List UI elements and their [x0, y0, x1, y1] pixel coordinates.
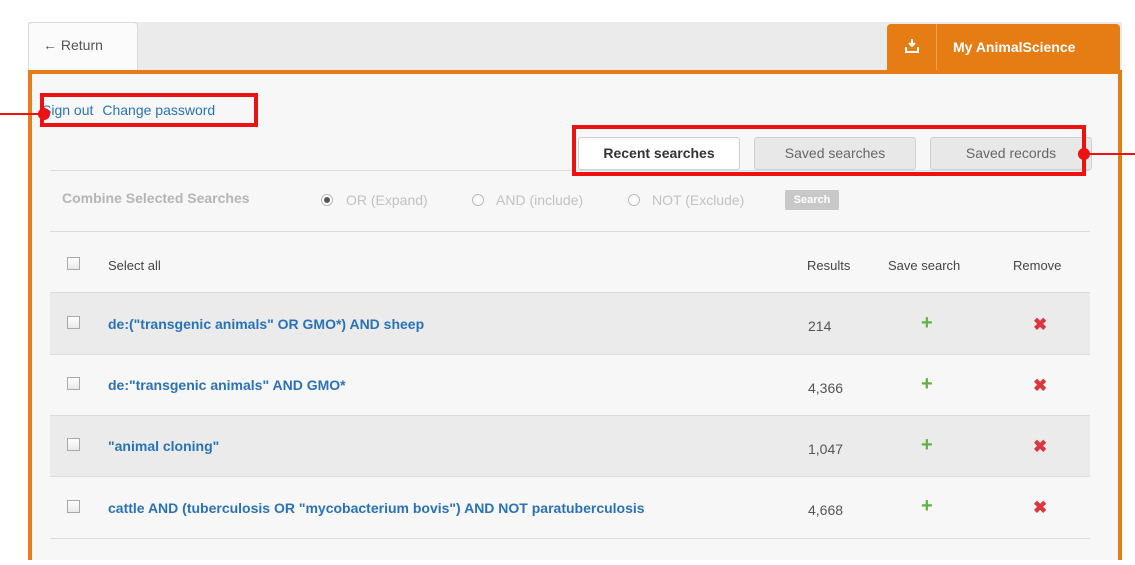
callout-line	[1086, 153, 1135, 155]
results-header: Results	[807, 258, 851, 273]
result-count: 214	[808, 318, 832, 334]
and-radio[interactable]	[472, 194, 484, 206]
plus-icon[interactable]: +	[921, 374, 933, 394]
result-count: 1,047	[808, 441, 844, 457]
select-all-checkbox[interactable]	[67, 257, 80, 270]
plus-icon[interactable]: +	[921, 496, 933, 516]
callout-dot	[1078, 148, 1090, 160]
row-checkbox[interactable]	[67, 438, 80, 451]
plus-icon[interactable]: +	[921, 435, 933, 455]
and-label: AND (include)	[496, 192, 584, 208]
row-checkbox[interactable]	[67, 316, 80, 329]
logout-icon	[887, 24, 937, 70]
x-icon[interactable]: ✖	[1033, 377, 1047, 394]
not-label: NOT (Exclude)	[652, 192, 745, 208]
save-search-header: Save search	[888, 258, 961, 273]
callout-dot	[38, 108, 50, 120]
account-links-highlight	[40, 93, 258, 127]
query-link[interactable]: de:("transgenic animals" OR GMO*) AND sh…	[108, 316, 424, 332]
combine-search-button[interactable]: Search	[785, 190, 839, 210]
result-count: 4,668	[808, 502, 844, 518]
select-all-label: Select all	[108, 258, 161, 273]
tabs-highlight	[572, 125, 1086, 176]
or-radio[interactable]	[321, 194, 333, 206]
remove-header: Remove	[1013, 258, 1062, 273]
x-icon[interactable]: ✖	[1033, 316, 1047, 333]
query-link[interactable]: "animal cloning"	[108, 438, 219, 454]
x-icon[interactable]: ✖	[1033, 499, 1047, 516]
row-checkbox[interactable]	[67, 377, 80, 390]
plus-icon[interactable]: +	[921, 313, 933, 333]
divider	[50, 538, 1090, 539]
query-link[interactable]: cattle AND (tuberculosis OR "mycobacteri…	[108, 500, 645, 516]
my-animalscience-label: My AnimalScience	[953, 39, 1076, 55]
or-label: OR (Expand)	[346, 192, 428, 208]
combine-title: Combine Selected Searches	[62, 190, 250, 206]
x-icon[interactable]: ✖	[1033, 438, 1047, 455]
my-animalscience-tab[interactable]: My AnimalScience	[887, 24, 1120, 70]
not-radio[interactable]	[628, 194, 640, 206]
divider	[50, 231, 1090, 232]
result-count: 4,366	[808, 380, 844, 396]
return-button[interactable]: ← Return	[28, 22, 138, 71]
query-link[interactable]: de:"transgenic animals" AND GMO*	[108, 377, 346, 393]
row-checkbox[interactable]	[67, 500, 80, 513]
